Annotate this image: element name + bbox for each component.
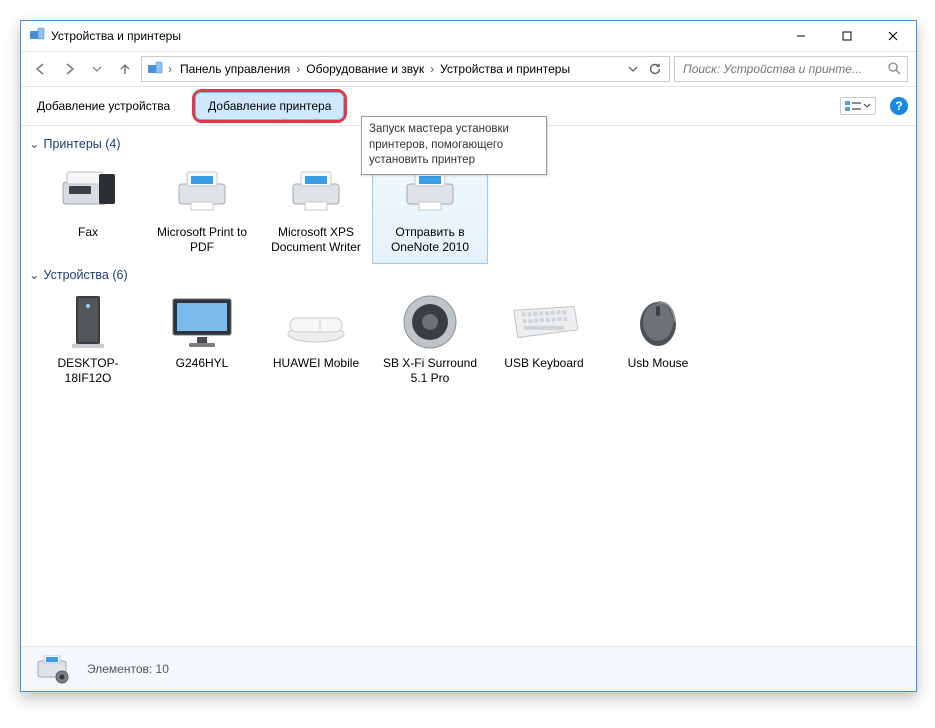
item-label: Отправить в OneNote 2010 <box>377 225 483 255</box>
up-button[interactable] <box>113 57 137 81</box>
address-icon <box>146 61 164 77</box>
keyboard-icon <box>510 294 578 350</box>
add-printer-highlight: Добавление принтера <box>192 89 347 123</box>
titlebar-icon <box>29 27 45 46</box>
refresh-button[interactable] <box>645 59 665 79</box>
printer-icon <box>168 163 236 219</box>
add-printer-tooltip: Запуск мастера установки принтеров, помо… <box>361 116 547 175</box>
address-bar[interactable]: › Панель управления › Оборудование и зву… <box>141 56 670 82</box>
recent-locations-button[interactable] <box>85 57 109 81</box>
search-input[interactable] <box>681 61 887 77</box>
item-label: SB X-Fi Surround 5.1 Pro <box>377 356 483 386</box>
toolbar: Добавление устройства Добавление принтер… <box>21 87 916 126</box>
device-item-fax[interactable]: Fax <box>31 157 145 263</box>
content-area: ⌄ Принтеры (4) Fax Microsoft Print to PD… <box>21 126 916 646</box>
minimize-button[interactable] <box>778 21 824 51</box>
group-header-devices[interactable]: ⌄ Устройства (6) <box>29 267 906 282</box>
chevron-right-icon: › <box>166 62 174 76</box>
item-label: USB Keyboard <box>504 356 583 371</box>
chevron-right-icon: › <box>294 62 302 76</box>
device-item-keyboard[interactable]: USB Keyboard <box>487 288 601 394</box>
title-text: Устройства и принтеры <box>51 29 181 43</box>
close-button[interactable] <box>870 21 916 51</box>
device-item-mouse[interactable]: Usb Mouse <box>601 288 715 394</box>
back-button[interactable] <box>29 57 53 81</box>
help-button[interactable]: ? <box>890 97 908 115</box>
modem-icon <box>282 294 350 350</box>
item-label: Fax <box>78 225 98 240</box>
breadcrumb-segment[interactable]: Панель управления <box>176 62 294 76</box>
chevron-down-icon <box>863 102 871 110</box>
computer-icon <box>54 294 122 350</box>
chevron-down-icon: ⌄ <box>29 267 39 282</box>
group-title: Устройства (6) <box>43 268 127 282</box>
statusbar: Элементов: 10 <box>21 646 916 691</box>
device-item-desktop[interactable]: DESKTOP-18IF12O <box>31 288 145 394</box>
speaker-icon <box>396 294 464 350</box>
forward-button[interactable] <box>57 57 81 81</box>
item-label: HUAWEI Mobile <box>273 356 359 371</box>
view-icon <box>845 100 861 112</box>
breadcrumb: Панель управления › Оборудование и звук … <box>176 62 574 76</box>
fax-icon <box>54 163 122 219</box>
status-text: Элементов: 10 <box>87 662 169 676</box>
device-item-huawei-mobile[interactable]: HUAWEI Mobile <box>259 288 373 394</box>
add-device-button[interactable]: Добавление устройства <box>29 95 178 117</box>
printer-icon <box>282 163 350 219</box>
titlebar: Устройства и принтеры <box>21 21 916 52</box>
chevron-right-icon: › <box>428 62 436 76</box>
nav-row: › Панель управления › Оборудование и зву… <box>21 52 916 87</box>
item-label: DESKTOP-18IF12O <box>35 356 141 386</box>
monitor-icon <box>168 294 236 350</box>
mouse-icon <box>624 294 692 350</box>
devices-grid: DESKTOP-18IF12O G246HYL HUAWEI Mobile <box>31 288 906 394</box>
item-label: Microsoft XPS Document Writer <box>263 225 369 255</box>
item-label: G246HYL <box>176 356 229 371</box>
search-box[interactable] <box>674 56 908 82</box>
device-item-monitor[interactable]: G246HYL <box>145 288 259 394</box>
breadcrumb-segment[interactable]: Оборудование и звук <box>302 62 428 76</box>
item-label: Microsoft Print to PDF <box>149 225 255 255</box>
device-item-soundcard[interactable]: SB X-Fi Surround 5.1 Pro <box>373 288 487 394</box>
add-printer-button[interactable]: Добавление принтера <box>195 92 344 120</box>
statusbar-icon <box>35 653 73 685</box>
group-title: Принтеры (4) <box>43 137 120 151</box>
chevron-down-icon: ⌄ <box>29 136 39 151</box>
device-item-ms-xps-writer[interactable]: Microsoft XPS Document Writer <box>259 157 373 263</box>
view-options-button[interactable] <box>840 97 876 115</box>
item-label: Usb Mouse <box>628 356 689 371</box>
breadcrumb-segment[interactable]: Устройства и принтеры <box>436 62 574 76</box>
address-dropdown-button[interactable] <box>623 59 643 79</box>
device-item-ms-print-pdf[interactable]: Microsoft Print to PDF <box>145 157 259 263</box>
maximize-button[interactable] <box>824 21 870 51</box>
search-icon <box>887 61 901 78</box>
